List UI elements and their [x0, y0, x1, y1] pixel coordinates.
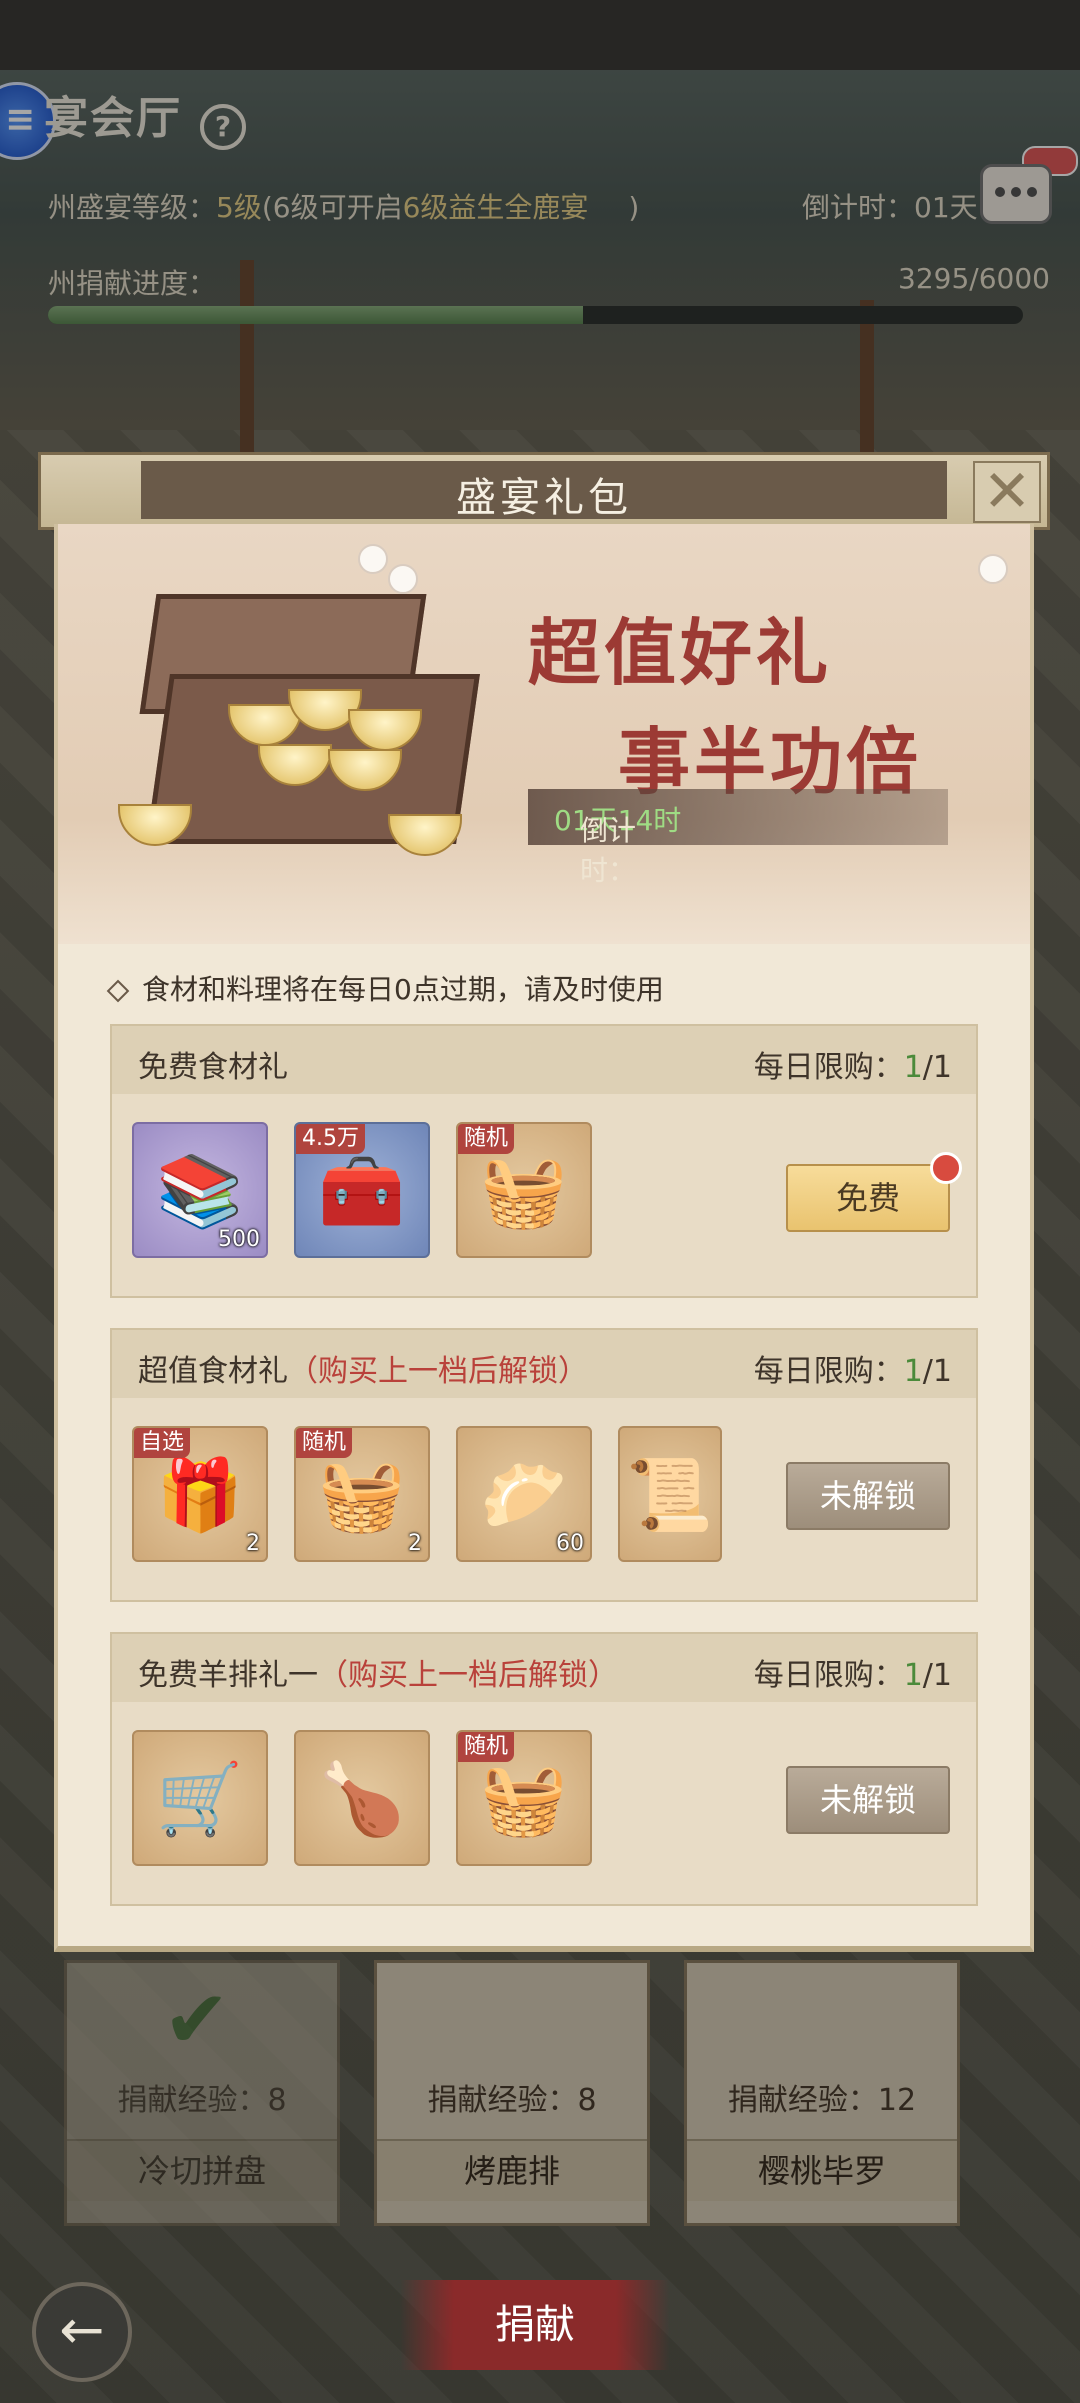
item-count: 60 — [556, 1531, 584, 1556]
gift-section-free-ingredients: 免费食材礼 每日限购：1/1 📚 500 🧰 4.5万 🧺 随机 免费 — [110, 1024, 978, 1298]
item-tag: 随机 — [296, 1428, 353, 1458]
slogan-line-1: 超值好礼 — [528, 610, 833, 695]
reward-item[interactable]: 📜 — [618, 1426, 722, 1562]
item-count: 2 — [408, 1531, 422, 1556]
close-button[interactable]: ✕ — [973, 461, 1041, 523]
modal-body: 超值好礼 事半功倍 倒计时： 01天14时 食材和料理将在每日0点过期，请及时使用… — [54, 524, 1034, 1952]
book-icon: 📚 — [156, 1150, 244, 1232]
free-claim-button[interactable]: 免费 — [786, 1164, 950, 1232]
reward-item[interactable]: 🥟 60 — [456, 1426, 592, 1562]
purchase-limit: 每日限购：1/1 — [753, 1050, 952, 1085]
countdown-label: 倒计时： — [580, 814, 637, 887]
reward-item[interactable]: 🧰 4.5万 — [294, 1122, 430, 1258]
reward-item[interactable]: 🎁 自选 2 — [132, 1426, 268, 1562]
reward-item[interactable]: 🧺 随机 2 — [294, 1426, 430, 1562]
food-box-icon: 🎁 — [156, 1454, 244, 1536]
item-count: 2 — [246, 1531, 260, 1556]
roast-dish-icon: 🍗 — [318, 1758, 406, 1840]
expiry-notice-text: 食材和料理将在每日0点过期，请及时使用 — [142, 973, 664, 1006]
diamond-icon — [106, 979, 130, 1003]
feast-gift-modal: 盛宴礼包 ✕ 超值好礼 事半功倍 倒计时： 01天14时 食材和料理将在每日0点… — [38, 452, 1050, 1952]
basket-icon: 🧺 — [480, 1150, 568, 1232]
modal-header: 盛宴礼包 ✕ — [38, 452, 1050, 530]
item-count: 500 — [218, 1227, 260, 1252]
locked-button[interactable]: 未解锁 — [786, 1462, 950, 1530]
section-name: 超值食材礼（购买上一档后解锁） — [138, 1354, 588, 1389]
basket-icon: 🧺 — [318, 1454, 406, 1536]
promo-banner: 超值好礼 事半功倍 倒计时： 01天14时 — [58, 524, 1030, 944]
promo-slogan: 超值好礼 事半功倍 — [528, 594, 922, 808]
item-tag: 随机 — [458, 1732, 515, 1762]
locked-button[interactable]: 未解锁 — [786, 1766, 950, 1834]
purchase-limit: 每日限购：1/1 — [753, 1658, 952, 1693]
modal-title: 盛宴礼包 — [456, 475, 632, 521]
section-name: 免费食材礼 — [138, 1050, 288, 1085]
reward-item[interactable]: 🧺 随机 — [456, 1122, 592, 1258]
gift-countdown: 倒计时： 01天14时 — [528, 789, 948, 887]
item-tag: 自选 — [134, 1428, 191, 1458]
section-name: 免费羊排礼一（购买上一档后解锁） — [138, 1658, 618, 1693]
reward-item[interactable]: 📚 500 — [132, 1122, 268, 1258]
basket-icon: 🧺 — [480, 1758, 568, 1840]
donate-button[interactable]: 捐献 — [400, 2280, 670, 2370]
back-button[interactable]: ← — [32, 2282, 132, 2382]
item-tag: 4.5万 — [296, 1124, 365, 1154]
notification-dot — [930, 1152, 962, 1184]
gold-ingot-icon: 🥟 — [480, 1454, 568, 1536]
reward-item[interactable]: 🍗 — [294, 1730, 430, 1866]
gift-section-value-ingredients: 超值食材礼（购买上一档后解锁） 每日限购：1/1 🎁 自选 2 🧺 随机 2 🥟… — [110, 1328, 978, 1602]
cart-icon: 🛒 — [156, 1758, 244, 1840]
expiry-notice: 食材和料理将在每日0点过期，请及时使用 — [106, 968, 664, 1008]
reward-item[interactable]: 🛒 — [132, 1730, 268, 1866]
purchase-limit: 每日限购：1/1 — [753, 1354, 952, 1389]
treasure-chest-icon — [118, 584, 480, 864]
flower-decoration — [358, 544, 388, 574]
flower-decoration — [978, 554, 1008, 584]
scroll-book-icon: 📜 — [626, 1454, 714, 1536]
item-tag: 随机 — [458, 1124, 515, 1154]
reward-item[interactable]: 🧺 随机 — [456, 1730, 592, 1866]
silver-chest-icon: 🧰 — [318, 1150, 406, 1232]
gift-section-lamb-chops: 免费羊排礼一（购买上一档后解锁） 每日限购：1/1 🛒 🍗 🧺 随机 未解锁 — [110, 1632, 978, 1906]
